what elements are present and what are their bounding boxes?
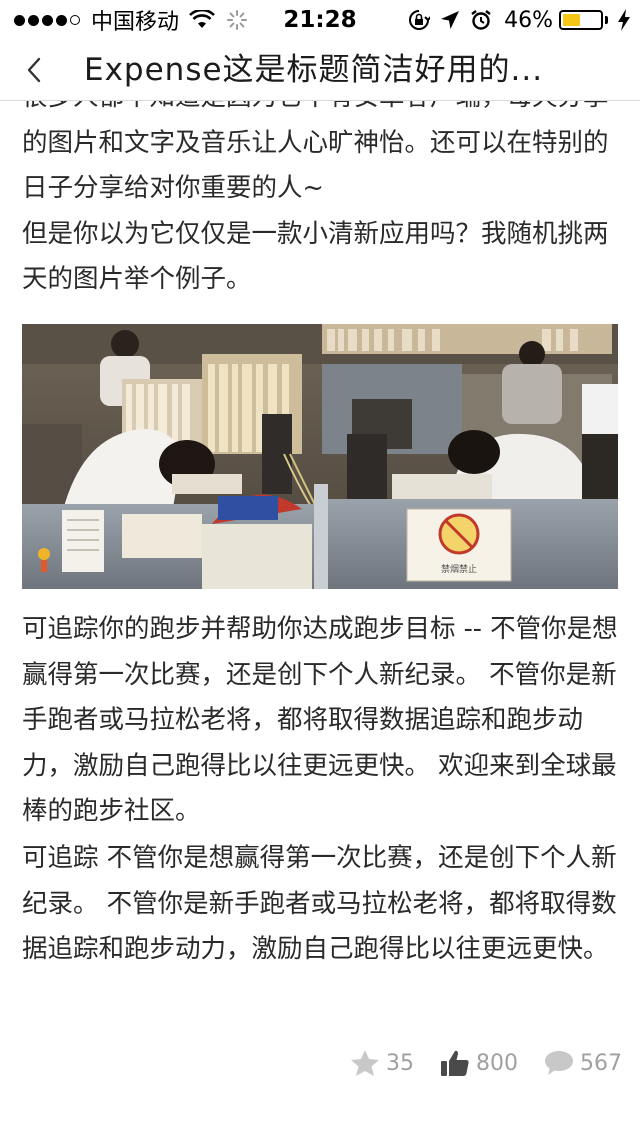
battery-icon xyxy=(559,10,603,30)
star-icon xyxy=(351,1050,379,1076)
office-photo-image: 禁烟禁止 xyxy=(22,324,618,589)
back-button[interactable] xyxy=(14,50,54,90)
comment-bubble-icon xyxy=(545,1051,573,1075)
battery-percent: 46% xyxy=(504,7,553,33)
like-count: 800 xyxy=(476,1050,518,1076)
orientation-lock-icon xyxy=(409,10,431,30)
article-paragraph-3: 可追踪 不管你是想赢得第一次比赛，还是创下个人新纪录。 不管你是新手跑者或马拉松… xyxy=(22,843,617,964)
status-bar: 中国移动 21:28 46% xyxy=(0,0,640,40)
comment-count: 567 xyxy=(580,1050,622,1076)
thumbs-up-icon xyxy=(441,1050,469,1076)
page-title: Expense这是标题简洁好用的... xyxy=(84,52,544,88)
article-paragraph-1: 很多人都不知道是因为它不有安卓客户端，每天分享的图片和文字及音乐让人心旷神怡。还… xyxy=(22,101,609,294)
favorite-count: 35 xyxy=(386,1050,414,1076)
photo-sign-text: 禁烟禁止 xyxy=(441,563,477,575)
favorite-stat[interactable]: 35 xyxy=(350,1049,414,1077)
like-stat[interactable]: 800 xyxy=(440,1049,518,1077)
battery-tip xyxy=(605,16,608,24)
article-content[interactable]: 很多人都不知道是因为它不有安卓客户端，每天分享的图片和文字及音乐让人心旷神怡。还… xyxy=(22,101,622,1136)
location-icon xyxy=(441,11,460,29)
stats-bar: 35 800 567 xyxy=(324,1040,622,1086)
alarm-icon xyxy=(471,10,491,30)
chevron-left-icon xyxy=(27,57,41,83)
article-paragraph-2: 可追踪你的跑步并帮助你达成跑步目标 -- 不管你是想赢得第一次比赛，还是创下个人… xyxy=(22,614,618,826)
office-photo[interactable]: 禁烟禁止 xyxy=(22,324,618,589)
charging-bolt-icon xyxy=(618,9,630,31)
nav-bar: Expense这是标题简洁好用的... xyxy=(0,40,640,101)
status-right: 46% xyxy=(398,0,630,40)
comment-stat[interactable]: 567 xyxy=(544,1050,622,1076)
